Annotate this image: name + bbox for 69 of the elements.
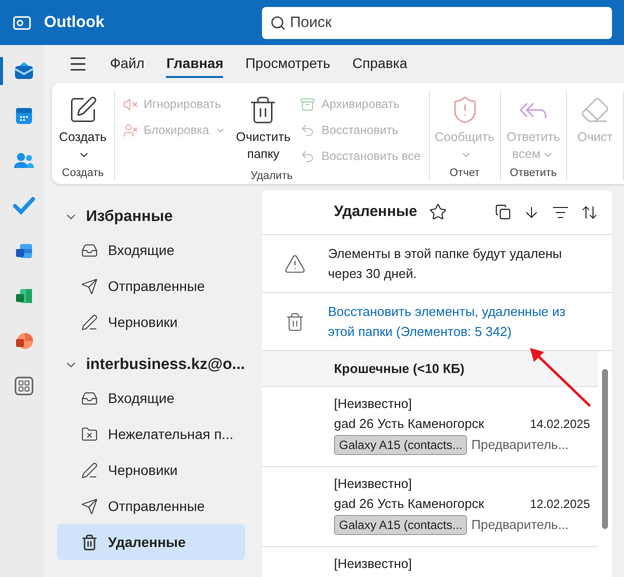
menu-tab[interactable]: Главная <box>166 50 224 78</box>
subject-text: gad 26 Усть Каменогорск <box>334 495 484 513</box>
ribbon-group-label: Ответить <box>508 166 558 180</box>
preview-text: Предваритель... <box>471 436 569 454</box>
sender-text: [Неизвестно] <box>334 475 413 493</box>
outlook-logo-icon <box>13 14 31 32</box>
folder-section-header[interactable]: Избранные <box>44 202 260 232</box>
message-item[interactable]: [Неизвестно] <box>262 547 598 577</box>
ribbon-button[interactable]: Создать <box>56 91 110 163</box>
attachment-tag[interactable]: Galaxy A15 (contacts... <box>334 515 468 535</box>
star-icon[interactable] <box>429 203 448 221</box>
attachment-tag[interactable]: Galaxy A15 (contacts... <box>334 435 468 455</box>
excel-icon <box>14 286 34 306</box>
date-text: 14.02.2025 <box>530 416 590 433</box>
send-icon <box>81 498 98 514</box>
search-icon <box>270 14 286 30</box>
notice-text: Элементы в этой папке будут удалены через 30 дней. <box>328 244 563 283</box>
message-item[interactable]: [Неизвестно] gad 26 Усть Каменогорск 14.02.2025 Galaxy A15 (contacts... Предваритель... <box>262 387 598 467</box>
muted-speaker-icon <box>122 96 138 112</box>
sender-text: [Неизвестно] <box>334 555 413 573</box>
preview-text: Предваритель... <box>471 516 569 534</box>
blocked-person-icon <box>122 122 138 138</box>
warning-icon <box>284 252 306 274</box>
undo-icon <box>300 148 316 164</box>
mail-icon <box>12 60 34 82</box>
restore-link[interactable]: Восстановить элементы, удаленные из этой папки (Элементов: 5 342) <box>328 302 590 342</box>
select-icon[interactable] <box>495 204 511 220</box>
pencil-icon <box>81 314 98 330</box>
subject-text: gad 26 Усть Каменогорск <box>334 415 484 433</box>
pencil-icon <box>81 462 98 478</box>
folder-title: Удаленные <box>334 202 418 222</box>
ribbon-button[interactable]: Очистить папку <box>234 91 292 163</box>
eraser-icon <box>580 95 610 125</box>
ribbon-group-label: Отчет <box>448 166 481 180</box>
group-header: Крошечные (<10 КБ) <box>334 360 465 378</box>
trash-icon <box>285 312 305 332</box>
date-text: 12.02.2025 <box>530 496 590 513</box>
folder-section-header[interactable]: interbusiness.kz@o... <box>44 350 260 380</box>
sort-icon[interactable] <box>581 204 598 220</box>
blocked-folder-icon <box>81 426 98 442</box>
folder-item[interactable]: Входящие <box>57 232 245 268</box>
trash-icon <box>81 534 98 550</box>
checkmark-icon <box>12 196 34 216</box>
app-title: Outlook <box>44 12 106 32</box>
inbox-icon <box>81 242 98 258</box>
undo-icon <box>300 122 316 138</box>
folder-item[interactable]: Удаленные <box>57 524 245 560</box>
menu-tab[interactable]: Справка <box>352 50 408 78</box>
archive-icon <box>300 96 316 112</box>
folder-item[interactable]: Черновики <box>57 452 245 488</box>
powerpoint-icon <box>14 331 34 351</box>
folder-item[interactable]: Отправленные <box>57 268 245 304</box>
send-icon <box>81 278 98 294</box>
ribbon-group-label: Создать <box>60 166 105 180</box>
ribbon-group-label: Удалить <box>250 169 294 183</box>
search-field[interactable]: Поиск <box>262 6 612 38</box>
folder-item[interactable]: Черновики <box>57 304 245 340</box>
message-item[interactable]: [Неизвестно] gad 26 Усть Каменогорск 12.02.2025 Galaxy A15 (contacts... Предваритель... <box>262 467 598 547</box>
sender-text: [Неизвестно] <box>334 395 413 413</box>
inbox-icon <box>81 390 98 406</box>
folder-item[interactable]: Нежелательная п... <box>57 416 245 452</box>
apps-icon <box>14 376 34 396</box>
menu-tab[interactable]: Файл <box>110 50 144 78</box>
people-icon <box>12 151 34 171</box>
calendar-icon <box>14 106 34 126</box>
menu-tab[interactable]: Просмотреть <box>245 50 330 78</box>
folder-item[interactable]: Отправленные <box>57 488 245 524</box>
folder-item[interactable]: Входящие <box>57 380 245 416</box>
word-icon <box>14 241 34 261</box>
